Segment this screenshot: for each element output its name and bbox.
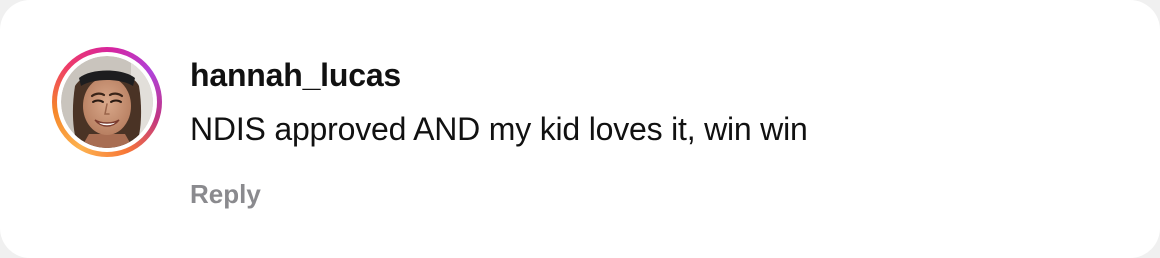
- avatar-story-ring[interactable]: [52, 47, 162, 157]
- comment-text: NDIS approved AND my kid loves it, win w…: [190, 111, 808, 147]
- comment-body: hannah_lucas NDIS approved AND my kid lo…: [190, 55, 1120, 149]
- reply-button[interactable]: Reply: [190, 176, 261, 212]
- avatar-ring-gap: [57, 52, 157, 152]
- comment-card: hannah_lucas NDIS approved AND my kid lo…: [0, 0, 1160, 258]
- avatar: [61, 56, 153, 148]
- comment-username[interactable]: hannah_lucas: [190, 55, 1120, 95]
